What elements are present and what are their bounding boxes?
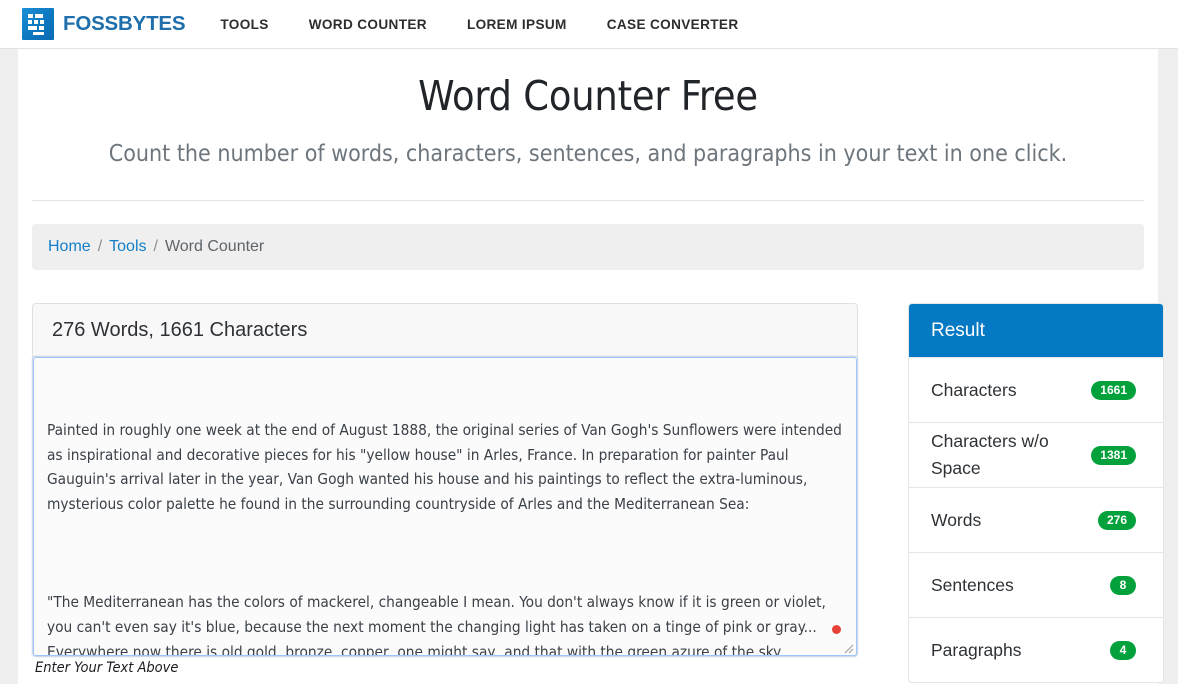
nav-links: TOOLS WORD COUNTER LOREM IPSUM CASE CONV… [220, 17, 738, 32]
breadcrumb: Home / Tools / Word Counter [32, 224, 1144, 270]
fossbytes-logo-icon [22, 8, 54, 40]
editor-card: 276 Words, 1661 Characters Painted in ro… [32, 303, 858, 676]
top-navigation-bar: FOSSBYTES TOOLS WORD COUNTER LOREM IPSUM… [0, 0, 1178, 49]
nav-link-word-counter[interactable]: WORD COUNTER [309, 17, 427, 32]
result-label-sentences: Sentences [931, 574, 1014, 595]
result-row-sentences: Sentences 8 [909, 552, 1163, 617]
editor-hint-label: Enter Your Text Above [35, 660, 179, 676]
brand-logo[interactable]: FOSSBYTES [22, 8, 186, 40]
editor-body: Painted in roughly one week at the end o… [33, 357, 857, 656]
page-subtitle: Count the number of words, characters, s… [108, 141, 1068, 167]
grammar-check-indicator-icon[interactable] [832, 625, 841, 634]
result-row-characters-wo-space: Characters w/o Space 1381 [909, 422, 1163, 487]
page-title: Word Counter Free [418, 72, 758, 120]
horizontal-divider [32, 200, 1144, 201]
text-paragraph-1: Painted in roughly one week at the end o… [47, 421, 847, 513]
page-root: FOSSBYTES TOOLS WORD COUNTER LOREM IPSUM… [0, 0, 1178, 684]
nav-link-case-converter[interactable]: CASE CONVERTER [607, 17, 739, 32]
brand-name: FOSSBYTES [63, 12, 186, 35]
result-badge-characters: 1661 [1091, 380, 1136, 400]
result-panel: Result Characters 1661 Characters w/o Sp… [908, 303, 1164, 683]
result-row-words: Words 276 [909, 487, 1163, 552]
breadcrumb-item-tools[interactable]: Tools [109, 238, 146, 256]
result-label-characters-wo-space: Characters w/o Space [931, 431, 1049, 478]
textarea-wrapper: Painted in roughly one week at the end o… [33, 357, 857, 656]
result-label-paragraphs: Paragraphs [931, 639, 1022, 660]
result-badge-sentences: 8 [1110, 575, 1136, 595]
breadcrumb-separator: / [153, 238, 158, 255]
result-row-paragraphs: Paragraphs 4 [909, 617, 1163, 682]
nav-link-lorem-ipsum[interactable]: LOREM IPSUM [467, 17, 567, 32]
textarea-resize-handle-icon[interactable] [841, 641, 854, 654]
result-label-words: Words [931, 509, 982, 530]
result-badge-characters-wo-space: 1381 [1091, 445, 1136, 465]
word-char-count-header: 276 Words, 1661 Characters [33, 304, 857, 357]
breadcrumb-separator: / [97, 238, 103, 255]
nav-link-tools[interactable]: TOOLS [220, 17, 268, 32]
text-input-area[interactable]: Painted in roughly one week at the end o… [33, 357, 857, 656]
breadcrumb-item-home[interactable]: Home [48, 238, 91, 256]
breadcrumb-item-current: Word Counter [164, 238, 265, 255]
page-container: Word Counter Free Count the number of wo… [18, 49, 1164, 684]
result-row-characters: Characters 1661 [909, 357, 1163, 422]
result-label-characters: Characters [931, 379, 1017, 400]
result-badge-paragraphs: 4 [1110, 640, 1136, 660]
p2-before: "The Mediterranean has the colors of mac… [47, 593, 826, 656]
result-badge-words: 276 [1097, 510, 1136, 530]
result-panel-header: Result [909, 304, 1163, 357]
text-paragraph-2: "The Mediterranean has the colors of mac… [47, 590, 843, 656]
